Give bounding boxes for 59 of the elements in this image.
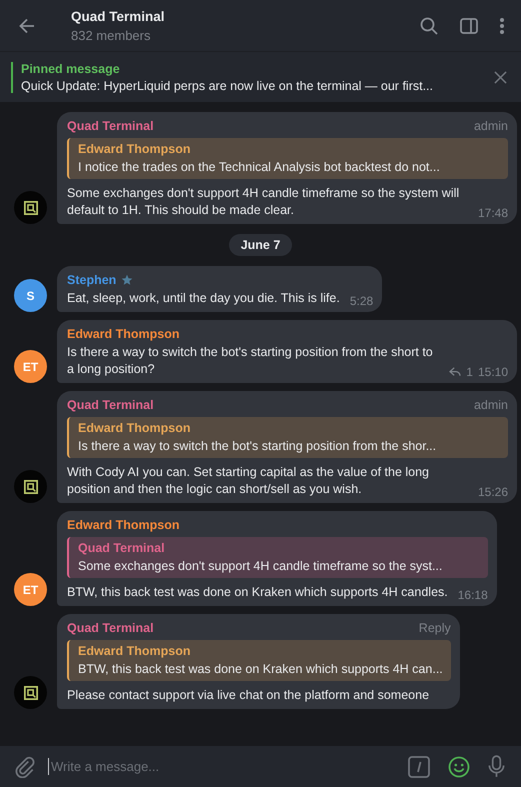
bot-commands-icon[interactable]: [408, 756, 430, 778]
message-text: Please contact support via live chat on the platform and someone: [67, 687, 430, 704]
reply-count[interactable]: 1: [466, 364, 473, 380]
search-icon[interactable]: [419, 16, 439, 36]
sender-name[interactable]: Edward Thompson: [67, 327, 180, 341]
more-menu-icon[interactable]: [499, 16, 505, 36]
user-avatar[interactable]: S: [14, 279, 47, 312]
role-tag: Reply: [398, 621, 451, 635]
logo-avatar[interactable]: [14, 676, 47, 709]
microphone-icon[interactable]: [488, 755, 505, 778]
message-text: With Cody AI you can. Set starting capital as the value of the long position and then the logic can short/sell as you wish.: [67, 464, 430, 498]
square-logo-icon: [24, 480, 38, 494]
sender-name[interactable]: Stephen: [67, 273, 116, 287]
message-time: 15:10: [478, 364, 508, 380]
reply-quote[interactable]: Edward Thompson I notice the trades on the Technical Analysis bot backtest do not...: [67, 138, 508, 179]
reply-quote[interactable]: Quad Terminal Some exchanges don't support 4H candle timeframe so the syst...: [67, 537, 488, 578]
reply-quote[interactable]: Edward Thompson Is there a way to switch the bot's starting position from the shor...: [67, 417, 508, 458]
message-time: 5:28: [350, 293, 374, 309]
attach-icon[interactable]: [14, 756, 36, 778]
chat-title: Quad Terminal: [71, 8, 166, 24]
message-text: Is there a way to switch the bot's starting position from the short to a long position?: [67, 344, 434, 378]
user-avatar[interactable]: ET: [14, 573, 47, 606]
sender-name[interactable]: Quad Terminal: [67, 621, 154, 635]
square-logo-icon: [24, 686, 38, 700]
message-time: 16:18: [458, 587, 488, 603]
reply-arrow-icon: [449, 367, 462, 377]
quoted-text: Is there a way to switch the bot's starting position from the shor...: [78, 438, 438, 454]
message-text: BTW, this back test was done on Kraken which supports 4H candles.: [67, 584, 448, 601]
quoted-sender: Edward Thompson: [78, 643, 192, 659]
date-separator: June 7: [228, 234, 292, 256]
quoted-sender: Edward Thompson: [78, 420, 192, 436]
sender-name[interactable]: Edward Thompson: [67, 518, 180, 532]
pinned-text: Quick Update: HyperLiquid perps are now live on the terminal — our first...: [21, 78, 434, 92]
reply-quote[interactable]: Edward Thompson BTW, this back test was done on Kraken which supports 4H can...: [67, 640, 451, 681]
role-tag: admin: [454, 398, 508, 412]
message-text: Eat, sleep, work, until the day you die. This is life.: [67, 290, 340, 307]
quoted-sender: Edward Thompson: [78, 141, 192, 157]
user-avatar[interactable]: ET: [14, 350, 47, 383]
close-icon[interactable]: [494, 70, 507, 84]
square-logo-icon: [24, 200, 38, 214]
role-tag: admin: [454, 119, 508, 133]
emoji-icon[interactable]: [448, 756, 470, 778]
logo-avatar[interactable]: [14, 191, 47, 224]
message-text: Some exchanges don't support 4H candle timeframe so the system will default to 1H. This should be made clear.: [67, 185, 460, 219]
sender-name[interactable]: Quad Terminal: [67, 119, 154, 133]
pinned-label: Pinned message: [21, 62, 121, 76]
message-input[interactable]: Write a message...: [48, 758, 390, 775]
quoted-sender: Quad Terminal: [78, 540, 166, 556]
quoted-text: BTW, this back test was done on Kraken which supports 4H can...: [78, 661, 443, 677]
quoted-text: I notice the trades on the Technical Analysis bot backtest do not...: [78, 159, 441, 175]
logo-avatar[interactable]: [14, 470, 47, 503]
message-time: 17:48: [478, 205, 508, 221]
pinned-message-bar[interactable]: Pinned message Quick Update: HyperLiquid perps are now live on the terminal — our first...: [0, 52, 521, 102]
message-composer[interactable]: Write a message...: [0, 746, 521, 787]
message-time: 15:26: [478, 484, 508, 500]
member-count: 832 members: [71, 28, 152, 42]
quoted-text: Some exchanges don't support 4H candle timeframe so the syst...: [78, 558, 444, 574]
sidebar-toggle-icon[interactable]: [459, 16, 479, 36]
sender-name[interactable]: Quad Terminal: [67, 398, 154, 412]
